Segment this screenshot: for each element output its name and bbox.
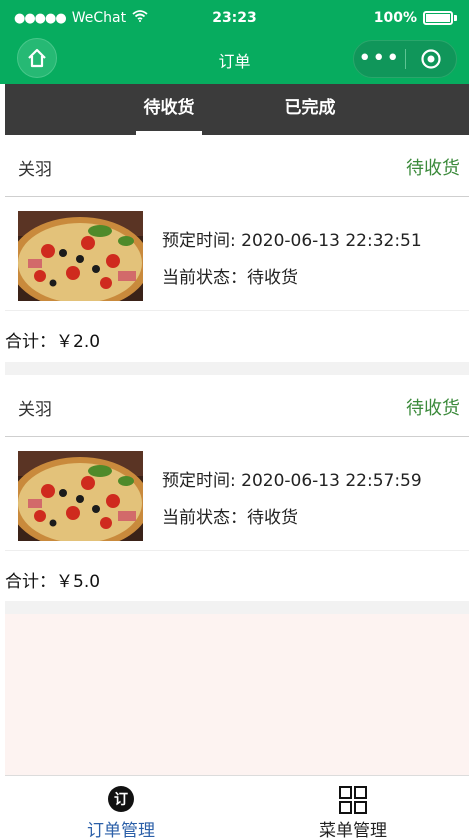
- tabbar-item-orders[interactable]: 订 订单管理: [5, 776, 237, 839]
- nav-bar: 订单 •••: [0, 36, 469, 84]
- order-status: 待收货: [406, 398, 460, 419]
- pizza-image: [18, 211, 143, 301]
- close-button[interactable]: [405, 48, 456, 70]
- order-separator: [5, 362, 469, 375]
- bottom-tab-bar: 订 订单管理 菜单管理: [5, 775, 469, 839]
- pizza-image: [18, 451, 143, 541]
- order-body: 预定时间: 2020-06-13 22:32:51 当前状态：待收货: [5, 197, 469, 311]
- mini-program-capsule: •••: [353, 40, 457, 78]
- order-header: 关羽 待收货: [5, 135, 469, 197]
- tabbar-item-menu[interactable]: 菜单管理: [237, 776, 469, 839]
- order-footer: 合计：￥5.0: [5, 551, 469, 601]
- reserve-time: 预定时间: 2020-06-13 22:32:51: [162, 231, 422, 251]
- battery-icon: [423, 11, 453, 25]
- order-card[interactable]: 关羽 待收货 预定时间: 2020-06-13 2: [5, 135, 469, 361]
- grid-menu-icon: [339, 786, 367, 814]
- battery-percent: 100%: [373, 10, 417, 26]
- order-list: 关羽 待收货 预定时间: 2020-06-13 22:32:51 当前状态：待收…: [5, 135, 469, 775]
- order-total: 合计：￥2.0: [5, 332, 101, 352]
- empty-list-area: [5, 614, 469, 775]
- close-target-icon: [421, 49, 441, 69]
- more-button[interactable]: •••: [354, 46, 405, 71]
- tab-pending[interactable]: 待收货: [136, 84, 202, 135]
- customer-name: 关羽: [18, 400, 52, 420]
- reserve-time: 预定时间: 2020-06-13 22:57:59: [162, 471, 422, 491]
- top-bar: ●●●●● WeChat 23:23 100% 订单 •••: [0, 0, 469, 84]
- more-dots-icon: •••: [358, 46, 401, 71]
- order-separator: [5, 601, 469, 614]
- tab-completed[interactable]: 已完成: [277, 84, 343, 135]
- tabbar-label-menu: 菜单管理: [319, 821, 387, 839]
- order-card[interactable]: 关羽 待收货 预定时间: 2020-06-13 2: [5, 375, 469, 601]
- order-badge-text: 订: [114, 791, 128, 808]
- order-footer: 合计：￥2.0: [5, 311, 469, 361]
- tabbar-label-orders: 订单管理: [87, 821, 155, 839]
- order-body: 预定时间: 2020-06-13 22:57:59 当前状态：待收货: [5, 437, 469, 551]
- order-status: 待收货: [406, 158, 460, 179]
- current-status: 当前状态：待收货: [162, 508, 298, 528]
- order-total: 合计：￥5.0: [5, 572, 101, 592]
- order-header: 关羽 待收货: [5, 375, 469, 437]
- order-tabs: 待收货 已完成: [5, 84, 469, 135]
- order-badge-icon: 订: [108, 786, 134, 812]
- status-bar: ●●●●● WeChat 23:23 100%: [0, 0, 469, 36]
- battery-tip: [454, 15, 457, 21]
- customer-name: 关羽: [18, 160, 52, 180]
- current-status: 当前状态：待收货: [162, 268, 298, 288]
- status-right: 100%: [374, 10, 457, 26]
